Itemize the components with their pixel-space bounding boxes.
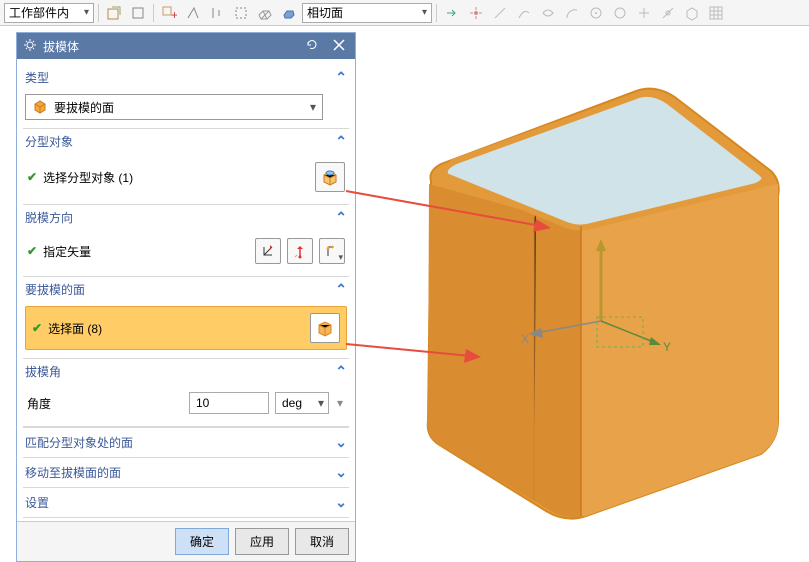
chevron-down-icon: ⌄	[335, 464, 347, 481]
tb-icon-shaded[interactable]	[278, 2, 300, 24]
section-faces-header[interactable]: 要拔模的面⌃	[23, 277, 349, 302]
filter-dropdown[interactable]: 相切面	[302, 3, 432, 23]
parting-pick-button[interactable]	[315, 162, 345, 192]
tb-icon-snap[interactable]	[465, 2, 487, 24]
check-icon: ✔	[32, 321, 42, 335]
tb-icon-add[interactable]: +	[158, 2, 180, 24]
viewport-3d[interactable]: 下 载 / 网 system.com Y	[356, 26, 809, 562]
tb-icon-line[interactable]	[489, 2, 511, 24]
ok-button[interactable]: 确定	[175, 528, 229, 555]
chevron-down-icon: ⌄	[335, 434, 347, 451]
tb-icon-6[interactable]	[230, 2, 252, 24]
refresh-icon[interactable]	[301, 38, 323, 55]
tb-icon-1[interactable]	[103, 2, 125, 24]
section-direction-header[interactable]: 脱模方向⌃	[23, 205, 349, 230]
tb-icon-wireframe[interactable]	[254, 2, 276, 24]
tb-icon-face[interactable]	[681, 2, 703, 24]
tb-icon-plus[interactable]	[633, 2, 655, 24]
parting-select-label: 选择分型对象 (1)	[43, 169, 309, 186]
gear-icon	[23, 38, 37, 55]
svg-text:X: X	[521, 332, 529, 346]
vector-axis-button[interactable]	[287, 238, 313, 264]
close-icon[interactable]	[329, 39, 349, 54]
panel-title: 拔模体	[43, 38, 295, 55]
panel-header[interactable]: 拔模体	[17, 33, 355, 59]
section-move-collapsed[interactable]: 移动至拔模面的面⌄	[23, 457, 349, 487]
model-box: Y X	[356, 26, 796, 546]
panel-footer: 确定 应用 取消	[17, 521, 355, 561]
type-select[interactable]: 要拔模的面	[25, 94, 323, 120]
vector-dropdown-button[interactable]: ▾	[319, 238, 345, 264]
vector-label: 指定矢量	[43, 243, 249, 260]
tb-icon-arc[interactable]	[561, 2, 583, 24]
tb-icon-arrow[interactable]	[441, 2, 463, 24]
tb-icon-mid[interactable]	[657, 2, 679, 24]
check-icon: ✔	[27, 244, 37, 258]
tb-icon-curve[interactable]	[513, 2, 535, 24]
tb-icon-curve2[interactable]	[537, 2, 559, 24]
tb-icon-circle2[interactable]	[609, 2, 631, 24]
section-match-collapsed[interactable]: 匹配分型对象处的面⌄	[23, 427, 349, 457]
reverse-vector-button[interactable]	[255, 238, 281, 264]
section-parting-header[interactable]: 分型对象⌃	[23, 129, 349, 154]
tb-icon-circle[interactable]	[585, 2, 607, 24]
tb-icon-5[interactable]	[206, 2, 228, 24]
apply-button[interactable]: 应用	[235, 528, 289, 555]
section-settings-collapsed[interactable]: 设置⌄	[23, 487, 349, 517]
svg-text:+: +	[171, 8, 177, 21]
workpart-dropdown[interactable]: 工作部件内	[4, 3, 94, 23]
angle-label: 角度	[27, 395, 87, 412]
face-icon	[32, 98, 48, 117]
chevron-up-icon: ⌃	[335, 69, 347, 86]
tb-icon-4[interactable]	[182, 2, 204, 24]
chevron-down-icon: ⌄	[335, 494, 347, 511]
expand-icon[interactable]: ▾	[335, 396, 345, 410]
chevron-up-icon: ⌃	[335, 363, 347, 380]
check-icon: ✔	[27, 170, 37, 184]
chevron-up-icon: ⌃	[335, 281, 347, 298]
chevron-up-icon: ⌃	[335, 133, 347, 150]
svg-text:Y: Y	[663, 340, 671, 354]
draft-body-panel: 拔模体 类型⌃ 要拔模的面 分型对象⌃ ✔ 选择分型对	[16, 32, 356, 562]
tb-icon-2[interactable]	[127, 2, 149, 24]
cancel-button[interactable]: 取消	[295, 528, 349, 555]
faces-pick-button[interactable]	[310, 313, 340, 343]
section-type-header[interactable]: 类型⌃	[23, 65, 349, 90]
angle-unit-select[interactable]: deg	[275, 392, 329, 414]
faces-select-label: 选择面 (8)	[48, 320, 304, 337]
top-toolbar: 工作部件内 + 相切面	[0, 0, 809, 26]
tb-icon-grid[interactable]	[705, 2, 727, 24]
section-angle-header[interactable]: 拔模角⌃	[23, 359, 349, 384]
type-value: 要拔模的面	[54, 99, 114, 116]
angle-input[interactable]	[189, 392, 269, 414]
chevron-up-icon: ⌃	[335, 209, 347, 226]
